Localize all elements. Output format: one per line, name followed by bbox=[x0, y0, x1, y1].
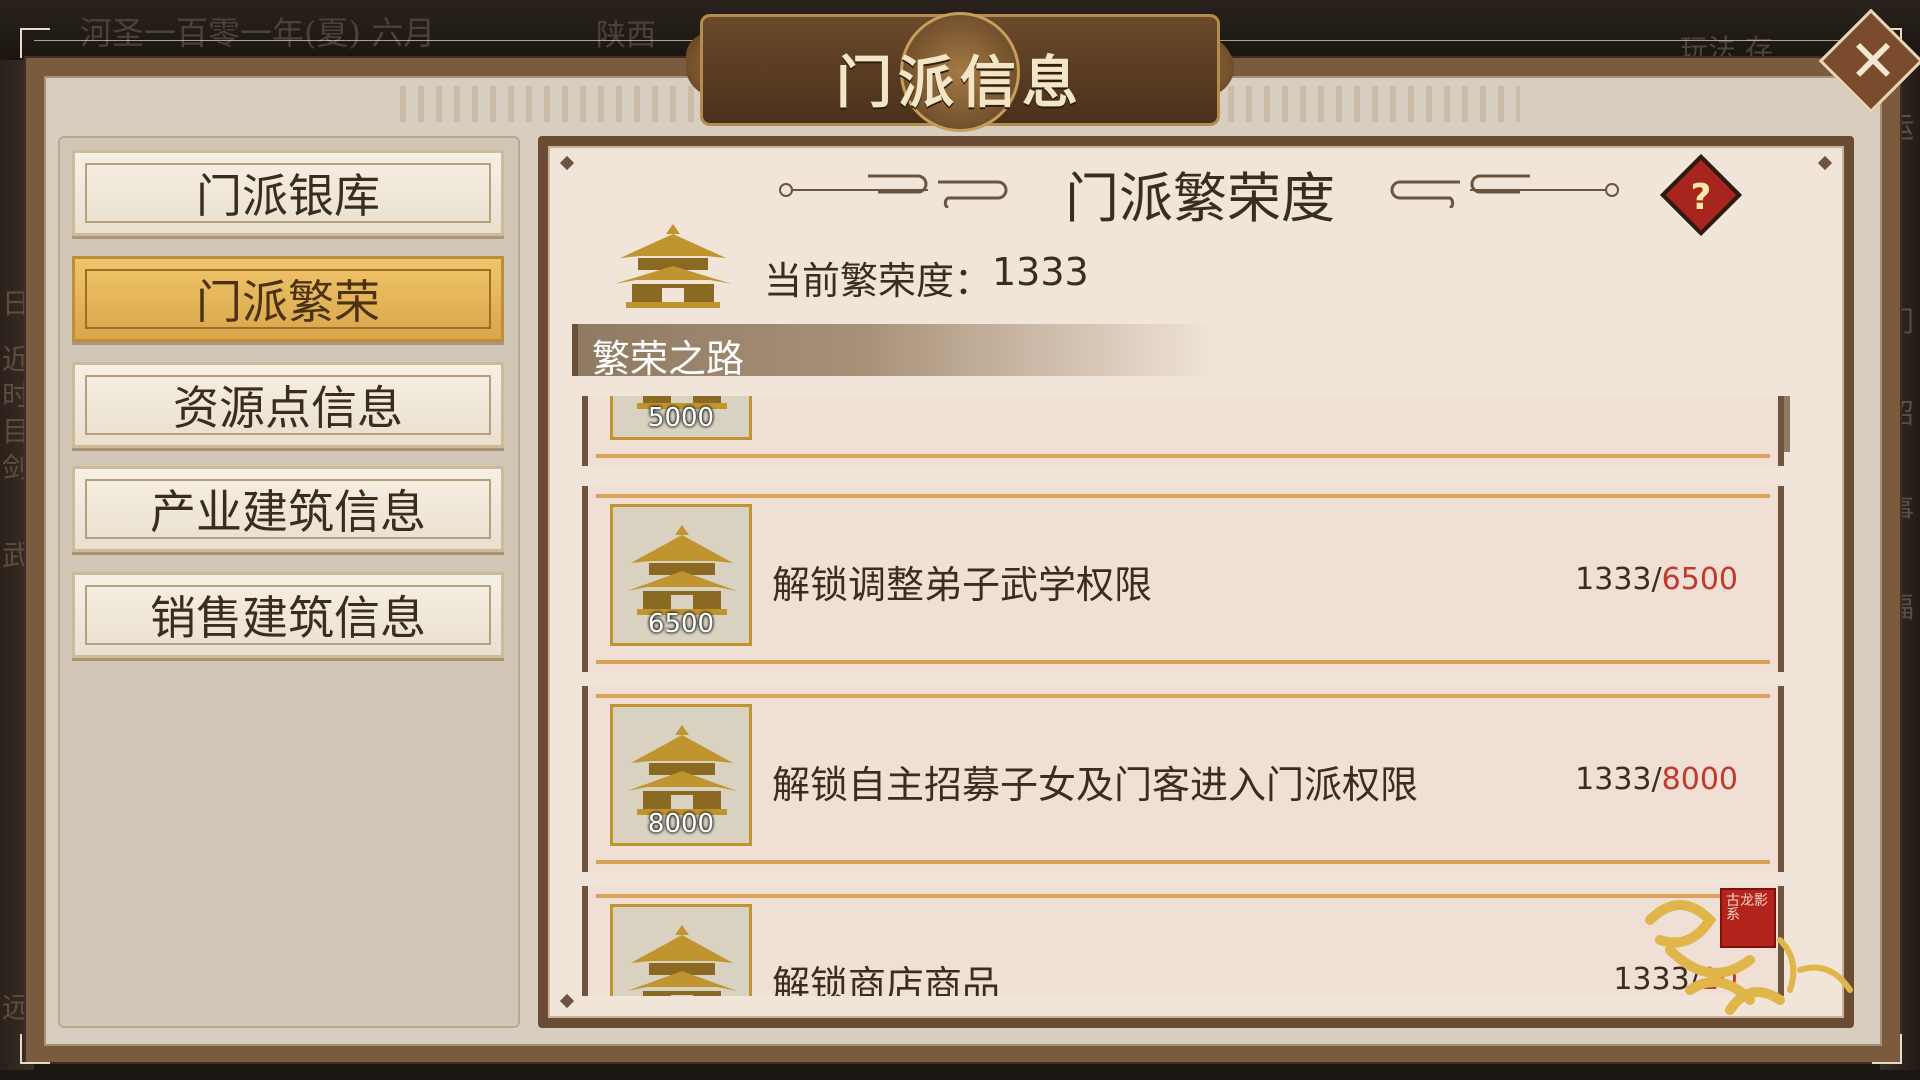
milestone-progress: 1333/8000 bbox=[1575, 762, 1738, 797]
milestone-list[interactable]: 5000 6500 解锁调整弟子武学权限 1333/6500 8000 解锁自主… bbox=[578, 396, 1792, 996]
pavilion-icon bbox=[614, 224, 732, 308]
menu-item-resource-points[interactable]: 资源点信息 bbox=[72, 362, 504, 448]
background-region: 陕西 bbox=[596, 18, 656, 53]
window-title: 门派信息 bbox=[836, 50, 1084, 116]
milestone-threshold: 6500 bbox=[647, 609, 715, 639]
menu-item-prosperity[interactable]: 门派繁荣 bbox=[72, 256, 504, 342]
close-icon[interactable]: ✕ bbox=[1840, 27, 1906, 95]
logo-seal: 古龙影系 bbox=[1720, 888, 1776, 948]
progress-required: 8000 bbox=[1661, 762, 1738, 797]
menu-item-label: 门派银库 bbox=[196, 169, 380, 223]
menu-item-sales-buildings[interactable]: 销售建筑信息 bbox=[72, 572, 504, 658]
milestone-icon-box: 8000 bbox=[610, 704, 752, 846]
prosperity-value: 1333 bbox=[992, 250, 1089, 294]
milestone-icon-box: 5000 bbox=[610, 396, 752, 440]
prosperity-label: 当前繁荣度： bbox=[764, 259, 993, 303]
card-border bbox=[596, 860, 1770, 864]
progress-required: 6500 bbox=[1661, 562, 1738, 597]
milestone-threshold: 5000 bbox=[647, 403, 715, 433]
milestone-card: 解锁商店商品 1333/10 bbox=[582, 886, 1784, 996]
cloud-ornament-right bbox=[1390, 174, 1619, 208]
cloud-ornament-left bbox=[779, 174, 1008, 208]
card-border bbox=[596, 894, 1770, 898]
milestone-description: 解锁调整弟子武学权限 bbox=[772, 563, 1153, 607]
milestone-card: 5000 bbox=[582, 396, 1784, 466]
milestone-description: 解锁商店商品 bbox=[772, 963, 1001, 996]
card-border bbox=[596, 694, 1770, 698]
list-scrollbar[interactable] bbox=[1784, 396, 1790, 452]
progress-current: 1333/ bbox=[1575, 562, 1662, 597]
panel-title: 门派繁荣度 bbox=[1065, 167, 1335, 230]
menu-item-label: 销售建筑信息 bbox=[150, 591, 426, 645]
menu-item-label: 资源点信息 bbox=[173, 381, 403, 435]
milestone-icon-box bbox=[610, 904, 752, 996]
frame-corner bbox=[20, 1034, 50, 1064]
frame-corner bbox=[1872, 1034, 1902, 1064]
milestone-threshold: 8000 bbox=[647, 809, 715, 839]
milestone-icon-box: 6500 bbox=[610, 504, 752, 646]
pavilion-icon bbox=[627, 925, 737, 996]
menu-item-treasury[interactable]: 门派银库 bbox=[72, 150, 504, 236]
menu-item-industry-buildings[interactable]: 产业建筑信息 bbox=[72, 466, 504, 552]
menu-item-label: 门派繁荣 bbox=[196, 275, 380, 329]
section-title: 繁荣之路 bbox=[592, 337, 745, 381]
card-border bbox=[596, 454, 1770, 458]
milestone-card: 8000 解锁自主招募子女及门客进入门派权限 1333/8000 bbox=[582, 686, 1784, 872]
milestone-description: 解锁自主招募子女及门客进入门派权限 bbox=[772, 763, 1419, 807]
milestone-card: 6500 解锁调整弟子武学权限 1333/6500 bbox=[582, 486, 1784, 672]
help-icon[interactable]: ? bbox=[1672, 168, 1730, 226]
background-date: 河圣一百零一年(夏) 六月 bbox=[80, 14, 436, 52]
pavilion-icon bbox=[627, 525, 737, 615]
card-border bbox=[596, 494, 1770, 498]
pavilion-icon bbox=[627, 725, 737, 815]
menu-item-label: 产业建筑信息 bbox=[150, 485, 426, 539]
milestone-progress: 1333/6500 bbox=[1575, 562, 1738, 597]
card-border bbox=[596, 660, 1770, 664]
frame-corner bbox=[20, 28, 50, 58]
progress-current: 1333/ bbox=[1575, 762, 1662, 797]
